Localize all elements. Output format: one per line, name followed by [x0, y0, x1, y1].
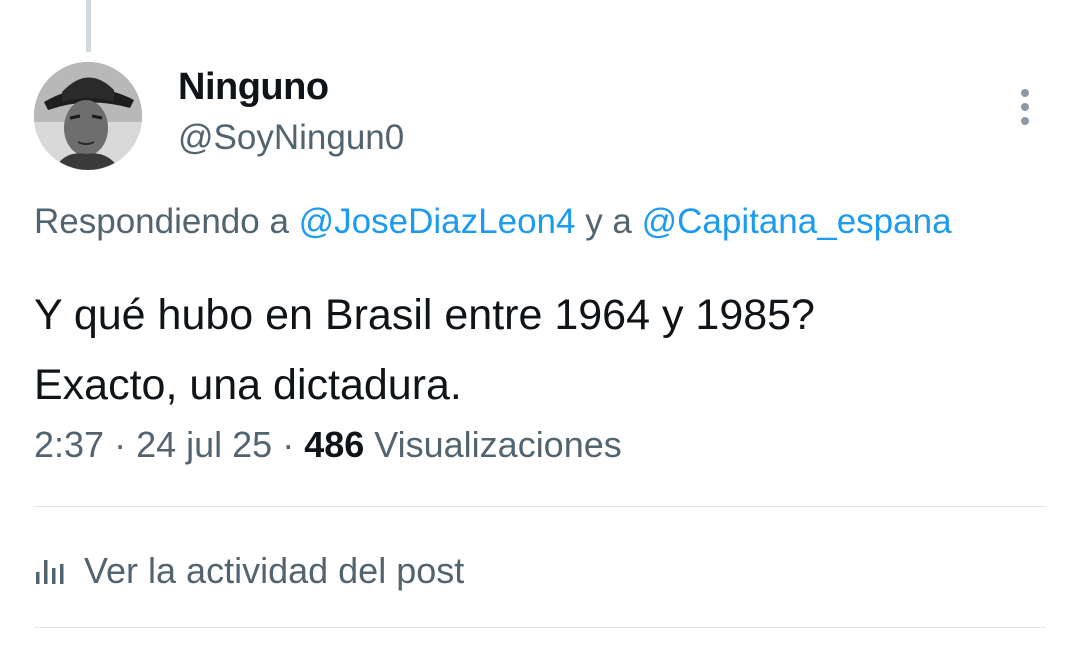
- author-handle[interactable]: @SoyNingun0: [178, 118, 404, 158]
- replying-to-prefix: Respondiendo a: [34, 202, 299, 241]
- more-options-button[interactable]: [1005, 82, 1045, 132]
- thread-connector-line: [86, 0, 91, 52]
- post-text: Y qué hubo en Brasil entre 1964 y 1985? …: [34, 280, 815, 420]
- post-date[interactable]: 24 jul 25: [136, 424, 272, 465]
- mention-link-2[interactable]: @Capitana_espana: [642, 202, 952, 241]
- meta-separator-1: ·: [104, 424, 137, 465]
- post-time[interactable]: 2:37: [34, 424, 104, 465]
- bar-chart-icon: [34, 556, 66, 586]
- divider-top: [34, 506, 1046, 507]
- avatar[interactable]: [34, 62, 142, 170]
- views-label: Visualizaciones: [364, 424, 622, 465]
- view-post-activity-label: Ver la actividad del post: [84, 550, 465, 591]
- avatar-photo-icon: [34, 62, 142, 170]
- divider-bottom: [34, 627, 1046, 628]
- replying-to-connector: y a: [575, 202, 642, 241]
- more-vertical-icon-dot-3: [1021, 117, 1029, 125]
- view-post-activity-button[interactable]: Ver la actividad del post: [34, 548, 464, 594]
- post-text-line-2: Exacto, una dictadura.: [34, 361, 462, 409]
- views-count: 486: [304, 424, 365, 465]
- post-detail: Ninguno @SoyNingun0 Respondiendo a @Jose…: [0, 0, 1080, 656]
- meta-separator-2: ·: [272, 424, 305, 465]
- author-display-name[interactable]: Ninguno: [178, 66, 329, 109]
- replying-to: Respondiendo a @JoseDiazLeon4 y a @Capit…: [34, 202, 1080, 242]
- mention-link-1[interactable]: @JoseDiazLeon4: [299, 202, 576, 241]
- post-text-line-1: Y qué hubo en Brasil entre 1964 y 1985?: [34, 291, 815, 339]
- more-vertical-icon: [1021, 89, 1029, 97]
- post-meta: 2:37 · 24 jul 25 · 486 Visualizaciones: [34, 424, 622, 466]
- more-vertical-icon-dot-2: [1021, 103, 1029, 111]
